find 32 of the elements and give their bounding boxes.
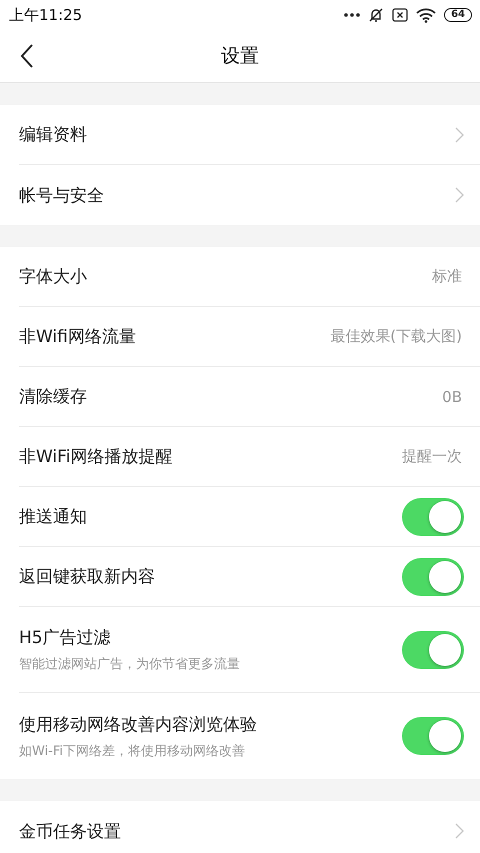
toggle-switch[interactable] bbox=[402, 498, 464, 536]
toggle-switch[interactable] bbox=[402, 630, 464, 668]
status-time: 上午11:25 bbox=[9, 6, 82, 24]
setting-label: 金币任务设置 bbox=[19, 820, 122, 842]
setting-value: 最佳效果(下载大图) bbox=[330, 327, 463, 346]
setting-value: 标准 bbox=[432, 267, 463, 286]
page-title: 设置 bbox=[221, 44, 259, 69]
setting-label: 帐号与安全 bbox=[19, 184, 105, 206]
setting-label: 推送通知 bbox=[19, 506, 88, 528]
setting-label: 非WiFi网络播放提醒 bbox=[19, 446, 174, 468]
setting-value: 提醒一次 bbox=[402, 447, 463, 466]
setting-label: 字体大小 bbox=[19, 266, 88, 288]
more-icon bbox=[344, 13, 360, 17]
toggle-switch[interactable] bbox=[402, 717, 464, 755]
sim-off-icon bbox=[392, 8, 408, 22]
chevron-icon bbox=[455, 126, 464, 142]
toggle-switch[interactable] bbox=[402, 558, 464, 596]
chevron-icon bbox=[455, 823, 464, 839]
setting-label: 编辑资料 bbox=[19, 124, 88, 146]
back-icon[interactable] bbox=[20, 44, 34, 68]
bell-off-icon bbox=[368, 7, 384, 23]
battery-level: 64 bbox=[444, 8, 472, 22]
chevron-icon bbox=[455, 187, 464, 203]
setting-label: 非Wifi网络流量 bbox=[19, 326, 137, 348]
wifi-icon bbox=[416, 8, 436, 22]
setting-label: H5广告过滤 bbox=[19, 627, 112, 649]
setting-label: 清除缓存 bbox=[19, 386, 88, 408]
setting-label: 返回键获取新内容 bbox=[19, 566, 156, 588]
setting-label: 使用移动网络改善内容浏览体验 bbox=[19, 714, 258, 736]
setting-description: 如Wi-Fi下网络差，将使用移动网络改善 bbox=[19, 742, 246, 760]
setting-description: 智能过滤网站广告，为你节省更多流量 bbox=[19, 656, 241, 673]
setting-value: 0B bbox=[442, 388, 463, 406]
